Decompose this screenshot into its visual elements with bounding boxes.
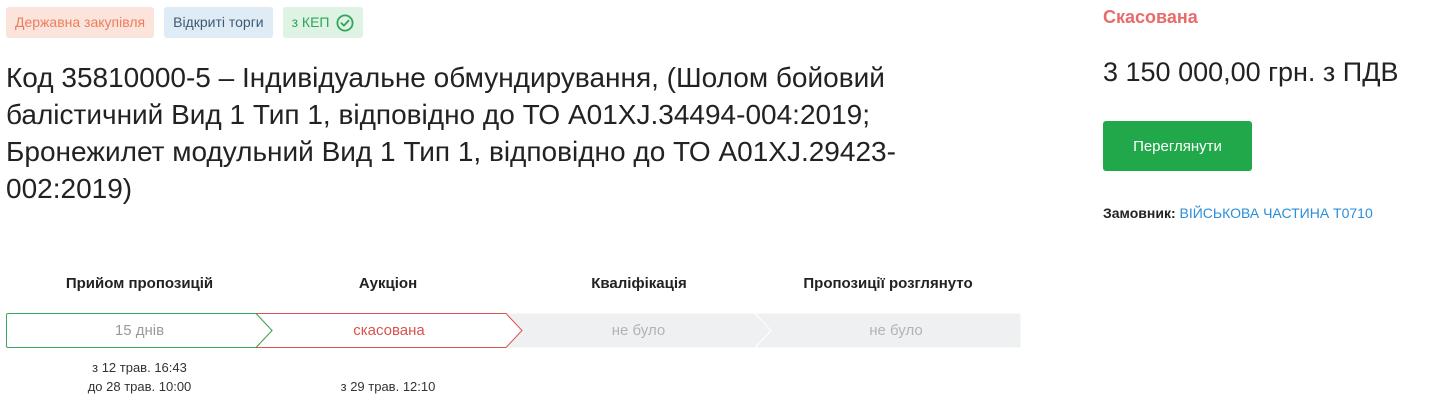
check-circle-icon (336, 14, 353, 31)
stage-status-bids: 15 днів (114, 322, 165, 339)
stage-date-start: з 12 трав. 16:43 (92, 360, 187, 375)
stage-status-reviewed: не було (869, 322, 923, 339)
customer-info: Замовник: ВІЙСЬКОВА ЧАСТИНА Т0710 (1103, 205, 1373, 221)
stage-dates-auction: з 29 трав. 12:10 (273, 377, 503, 396)
tender-timeline: Прийом пропозицій Аукціон Кваліфікація П… (6, 262, 1021, 402)
stage-label-auction: Аукціон (358, 275, 418, 292)
customer-link[interactable]: ВІЙСЬКОВА ЧАСТИНА Т0710 (1180, 205, 1373, 221)
stage-date-start: з 29 трав. 12:10 (340, 379, 436, 394)
signature-badge-label: з КЕП (291, 14, 330, 30)
stage-date-end: до 28 трав. 10:00 (87, 379, 192, 394)
tender-tags: Державна закупівля Відкриті торги з КЕП (6, 7, 363, 38)
stage-label-bids: Прийом пропозицій (65, 275, 214, 292)
signature-badge: з КЕП (282, 7, 363, 38)
customer-label: Замовник: (1103, 205, 1176, 221)
stage-status-qualification: не було (611, 322, 666, 339)
stage-label-qualification: Кваліфікація (591, 275, 687, 292)
tender-status: Скасована (1103, 7, 1198, 27)
stage-dates-bids: з 12 трав. 16:43 до 28 трав. 10:00 (6, 358, 273, 396)
procurement-type-badge: Державна закупівля (6, 7, 155, 38)
tender-title: Код 35810000-5 – Індивідуальне обмундиру… (6, 62, 896, 204)
tender-price: 3 150 000,00 грн. з ПДВ (1103, 57, 1399, 87)
procedure-type-badge: Відкриті торги (164, 7, 273, 38)
stage-status-auction: скасована (353, 322, 425, 339)
stage-label-reviewed: Пропозиції розглянуто (803, 275, 973, 292)
view-button[interactable]: Переглянути (1103, 121, 1252, 171)
